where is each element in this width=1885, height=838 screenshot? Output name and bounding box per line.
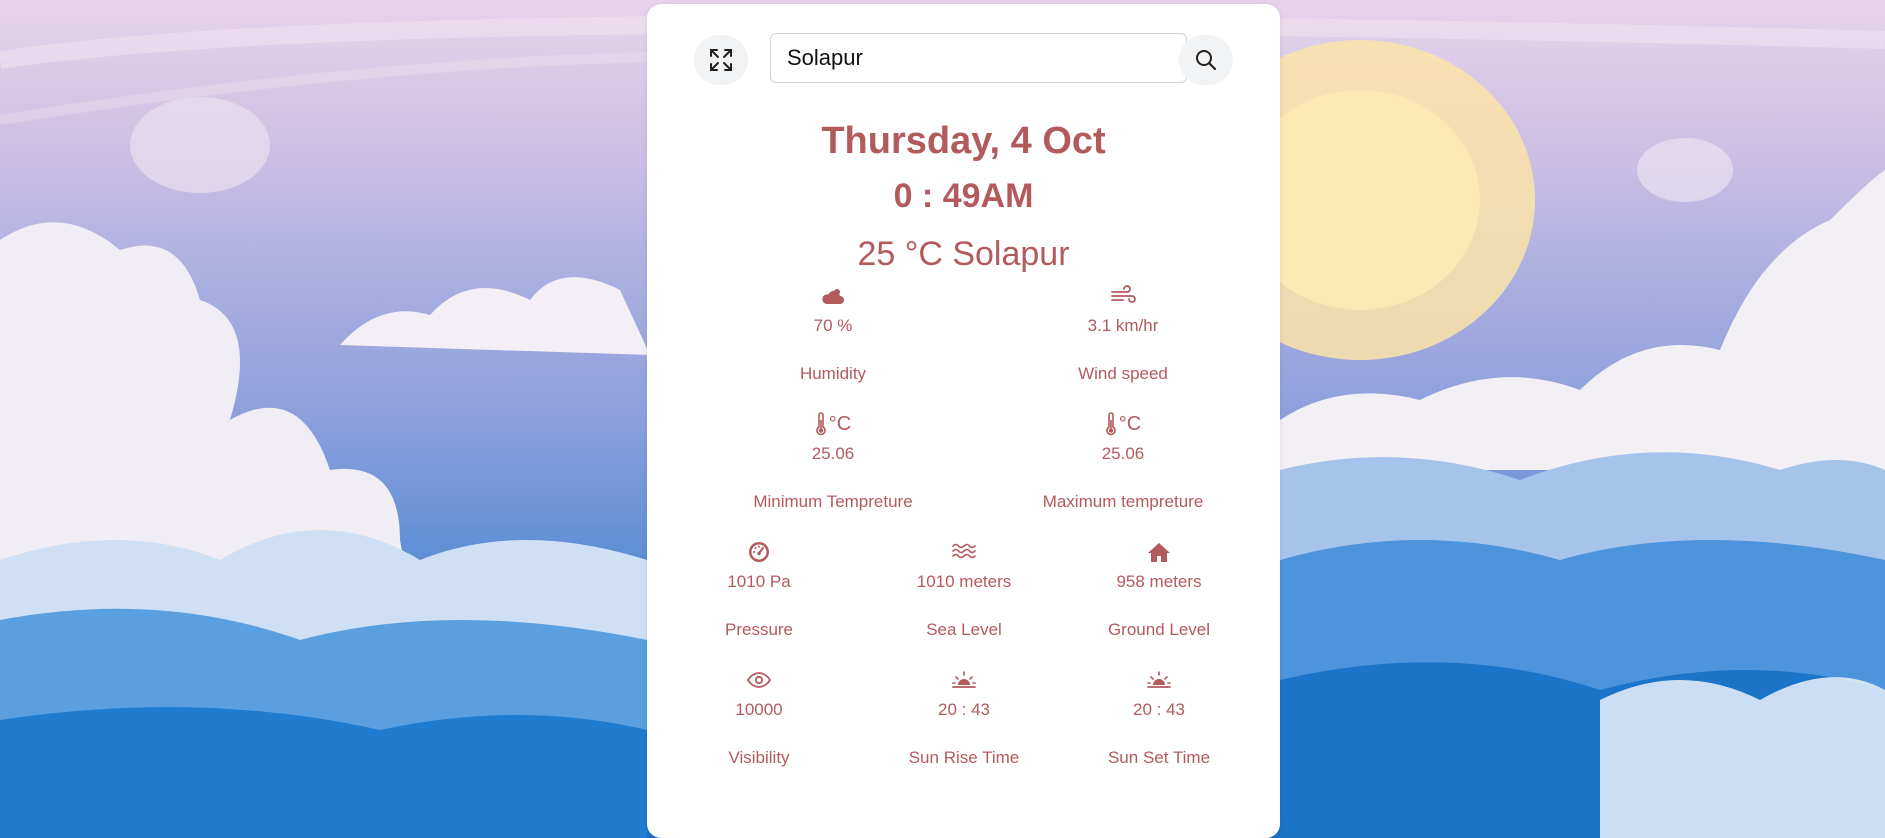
wind-speed-value: 3.1 km/hr: [1087, 316, 1159, 335]
visibility-metric: 10000 Visibility: [699, 668, 819, 769]
humidity-metric: 70 % Humidity: [752, 284, 914, 385]
pressure-metric: 1010 Pa Pressure: [699, 540, 819, 641]
search-icon: [1196, 50, 1217, 71]
max-temperature-value: 25.06: [1101, 444, 1145, 463]
max-temperature-label: Maximum tempreture: [1042, 492, 1204, 511]
sea-level-value: 1010 meters: [916, 572, 1012, 591]
min-temperature-value: 25.06: [811, 444, 855, 463]
max-temperature-metric: °C 25.06 Maximum tempreture: [1012, 412, 1234, 513]
date-heading: Thursday, 4 Oct: [821, 120, 1106, 162]
search-button[interactable]: [1179, 35, 1233, 85]
thermometer-icon: [816, 412, 826, 436]
sunrise-metric: 20 : 43 Sun Rise Time: [879, 668, 1049, 769]
gauge-icon: [749, 542, 769, 562]
cloud-icon: [822, 289, 844, 304]
sunset-icon: [1147, 671, 1171, 688]
ground-level-label: Ground Level: [1107, 620, 1211, 639]
sea-level-label: Sea Level: [926, 620, 1002, 639]
sunrise-value: 20 : 43: [938, 700, 990, 719]
sunset-value: 20 : 43: [1133, 700, 1185, 719]
wind-icon: [1111, 285, 1136, 303]
wind-speed-label: Wind speed: [1078, 364, 1168, 383]
thermometer-icon: [1106, 412, 1116, 436]
house-icon: [1148, 543, 1170, 562]
ground-level-metric: 958 meters Ground Level: [1079, 540, 1239, 641]
pressure-label: Pressure: [724, 620, 794, 639]
min-temperature-metric: °C 25.06 Minimum Tempreture: [732, 412, 934, 513]
min-temperature-unit: °C: [828, 412, 852, 435]
wind-speed-metric: 3.1 km/hr Wind speed: [1027, 284, 1219, 385]
fullscreen-button[interactable]: [694, 35, 748, 85]
sunset-metric: 20 : 43 Sun Set Time: [1079, 668, 1239, 769]
sunset-label: Sun Set Time: [1107, 748, 1211, 767]
sea-level-metric: 1010 meters Sea Level: [879, 540, 1049, 641]
eye-icon: [747, 672, 771, 688]
sunrise-label: Sun Rise Time: [908, 748, 1020, 767]
visibility-value: 10000: [735, 700, 783, 719]
humidity-label: Humidity: [799, 364, 867, 383]
ground-level-value: 958 meters: [1116, 572, 1202, 591]
time-heading: 0 : 49AM: [893, 177, 1034, 215]
expand-icon: [710, 49, 732, 71]
water-icon: [952, 543, 976, 559]
temperature-city: 25 °C Solapur: [857, 235, 1070, 273]
sunrise-icon: [952, 671, 976, 688]
humidity-value: 70 %: [813, 316, 853, 335]
search-bar: [647, 32, 1280, 88]
pressure-value: 1010 Pa: [727, 572, 791, 591]
max-temperature-unit: °C: [1118, 412, 1142, 435]
visibility-label: Visibility: [728, 748, 790, 767]
min-temperature-label: Minimum Tempreture: [753, 492, 913, 511]
weather-card: Thursday, 4 Oct 0 : 49AM 25 °C Solapur 7…: [647, 4, 1280, 838]
city-search-input[interactable]: [770, 33, 1187, 83]
